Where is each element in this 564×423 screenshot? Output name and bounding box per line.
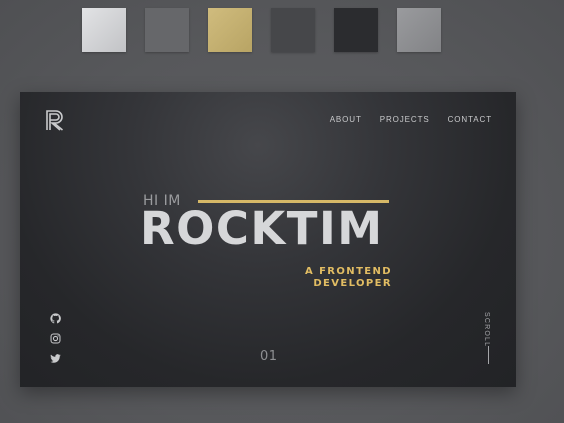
social-links: [50, 313, 62, 373]
swatch-gold: [208, 8, 252, 52]
page-number: 01: [260, 349, 278, 364]
nav-projects-link[interactable]: PROJECTS: [380, 115, 430, 124]
role-line-2: DEVELOPER: [313, 278, 392, 289]
role-line-1: A FRONTEND: [305, 266, 392, 277]
r-monogram-icon[interactable]: [45, 109, 67, 131]
swatch-mid-gray: [145, 8, 189, 52]
color-palette: [0, 0, 564, 60]
design-canvas: ABOUT PROJECTS CONTACT HI IM ROCKTIM A F…: [0, 0, 564, 423]
github-icon[interactable]: [50, 313, 61, 324]
hero-name: ROCKTIM: [140, 202, 384, 255]
nav-contact-link[interactable]: CONTACT: [448, 115, 492, 124]
twitter-icon[interactable]: [50, 353, 61, 364]
swatch-dark-gray: [271, 8, 315, 52]
role-text: A FRONTEND DEVELOPER: [305, 266, 392, 290]
hero-section: ABOUT PROJECTS CONTACT HI IM ROCKTIM A F…: [20, 92, 516, 387]
swatch-silver: [397, 8, 441, 52]
scroll-label: SCROLL: [483, 312, 490, 348]
scroll-line: [488, 346, 489, 364]
swatch-charcoal: [334, 8, 378, 52]
instagram-icon[interactable]: [50, 333, 61, 344]
scroll-indicator[interactable]: SCROLL: [483, 312, 495, 367]
nav-about-link[interactable]: ABOUT: [330, 115, 362, 124]
main-nav: ABOUT PROJECTS CONTACT: [312, 115, 492, 124]
swatch-light-gray: [82, 8, 126, 52]
